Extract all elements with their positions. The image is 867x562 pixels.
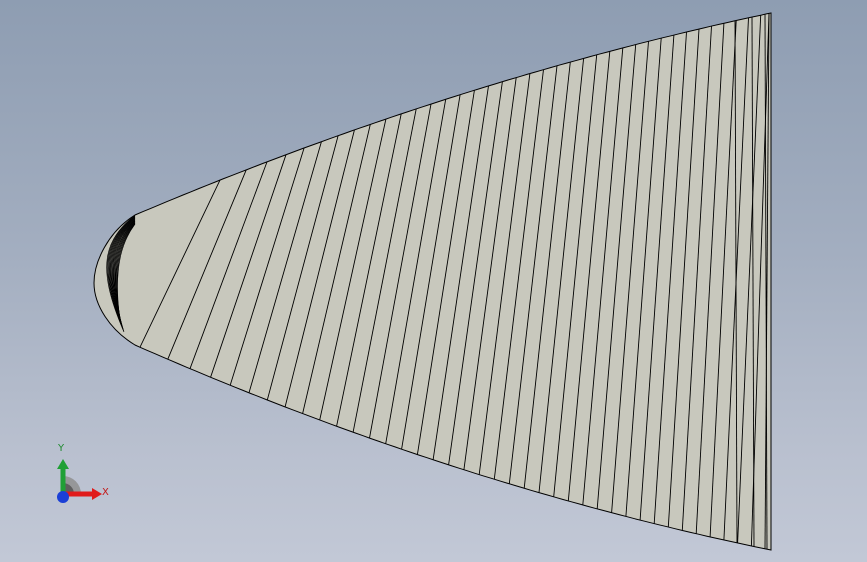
coordinate-triad: Y X	[48, 438, 118, 510]
surface-body[interactable]	[93, 12, 772, 551]
y-axis-label: Y	[58, 443, 65, 454]
z-axis-dot-icon	[57, 491, 69, 503]
x-axis-label: X	[102, 487, 109, 498]
graphics-viewport[interactable]: Y X	[0, 0, 867, 562]
model-surface-view[interactable]	[0, 0, 867, 562]
